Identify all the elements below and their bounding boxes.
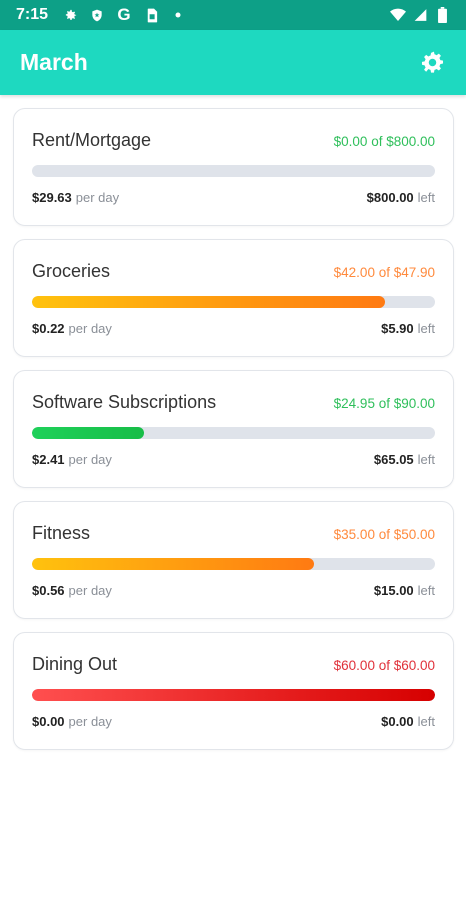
category-amount: $0.00 of $800.00 <box>333 134 435 149</box>
category-amount: $24.95 of $90.00 <box>333 396 435 411</box>
category-name: Fitness <box>32 523 91 543</box>
remaining-value: $0.00 <box>381 714 414 729</box>
card-header: Rent/Mortgage $0.00 of $800.00 <box>32 109 435 151</box>
per-day-value: $29.63 <box>32 190 72 205</box>
remaining-label: left <box>417 321 435 336</box>
status-left-icons: G <box>62 5 186 24</box>
per-day-value: $0.22 <box>32 321 65 336</box>
signal-icon <box>412 7 428 23</box>
status-bar: 7:15 G <box>0 0 466 30</box>
card-footer: $0.00 per day $0.00 left <box>32 714 435 729</box>
google-icon: G <box>117 5 131 24</box>
per-day-value: $2.41 <box>32 452 65 467</box>
per-day-amount: $0.00 per day <box>32 714 112 729</box>
card-footer: $0.22 per day $5.90 left <box>32 321 435 336</box>
budget-progress-bar <box>32 427 435 439</box>
budget-progress-bar <box>32 689 435 701</box>
per-day-value: $0.56 <box>32 583 65 598</box>
sim-card-icon <box>143 7 159 23</box>
budget-card[interactable]: Fitness $35.00 of $50.00 $0.56 per day $1… <box>13 501 454 619</box>
budget-progress-fill <box>32 427 144 439</box>
remaining-value: $800.00 <box>366 190 414 205</box>
per-day-label: per day <box>75 190 120 205</box>
budget-card[interactable]: Software Subscriptions $24.95 of $90.00 … <box>13 370 454 488</box>
per-day-amount: $29.63 per day <box>32 190 119 205</box>
category-amount: $35.00 of $50.00 <box>333 527 435 542</box>
budget-list: Rent/Mortgage $0.00 of $800.00 $29.63 per… <box>13 108 454 763</box>
remaining-label: left <box>417 190 435 205</box>
gear-icon <box>421 51 443 73</box>
category-name: Rent/Mortgage <box>32 130 152 150</box>
remaining-label: left <box>417 452 435 467</box>
category-name: Groceries <box>32 261 111 281</box>
shield-icon <box>89 7 105 23</box>
budget-progress-bar <box>32 165 435 177</box>
status-time: 7:15 <box>16 6 49 23</box>
budget-card[interactable]: Rent/Mortgage $0.00 of $800.00 $29.63 per… <box>13 108 454 226</box>
per-day-amount: $2.41 per day <box>32 452 112 467</box>
budget-progress-bar <box>32 558 435 570</box>
battery-icon <box>434 7 450 23</box>
remaining-amount: $65.05 left <box>374 452 435 467</box>
card-footer: $0.56 per day $15.00 left <box>32 583 435 598</box>
dot-icon <box>170 7 186 23</box>
category-name: Software Subscriptions <box>32 392 217 412</box>
budget-progress-fill <box>32 689 435 701</box>
category-amount: $42.00 of $47.90 <box>333 265 435 280</box>
remaining-value: $15.00 <box>373 583 414 598</box>
card-header: Fitness $35.00 of $50.00 <box>32 502 435 544</box>
category-amount: $60.00 of $60.00 <box>333 658 435 673</box>
remaining-amount: $15.00 left <box>374 583 435 598</box>
remaining-amount: $800.00 left <box>367 190 435 205</box>
card-header: Software Subscriptions $24.95 of $90.00 <box>32 371 435 413</box>
remaining-amount: $0.00 left <box>381 714 435 729</box>
settings-icon <box>62 7 78 23</box>
budget-card[interactable]: Groceries $42.00 of $47.90 $0.22 per day … <box>13 239 454 357</box>
per-day-label: per day <box>68 452 112 467</box>
budget-card[interactable]: Dining Out $60.00 of $60.00 $0.00 per day… <box>13 632 454 750</box>
page-title: March <box>20 49 88 75</box>
status-right-icons <box>390 7 450 23</box>
card-footer: $29.63 per day $800.00 left <box>32 190 435 205</box>
per-day-label: per day <box>68 583 112 598</box>
remaining-value: $5.90 <box>381 321 414 336</box>
app-bar: March <box>0 30 466 95</box>
budget-progress-fill <box>32 296 386 308</box>
category-name: Dining Out <box>32 654 118 674</box>
wifi-icon <box>390 7 406 23</box>
card-header: Groceries $42.00 of $47.90 <box>32 240 435 282</box>
per-day-label: per day <box>68 714 112 729</box>
per-day-value: $0.00 <box>32 714 65 729</box>
remaining-label: left <box>417 714 435 729</box>
settings-button[interactable] <box>418 49 446 77</box>
remaining-value: $65.05 <box>373 452 414 467</box>
card-footer: $2.41 per day $65.05 left <box>32 452 435 467</box>
remaining-amount: $5.90 left <box>381 321 435 336</box>
per-day-amount: $0.22 per day <box>32 321 112 336</box>
budget-progress-bar <box>32 296 435 308</box>
per-day-amount: $0.56 per day <box>32 583 112 598</box>
card-header: Dining Out $60.00 of $60.00 <box>32 633 435 675</box>
remaining-label: left <box>417 583 435 598</box>
budget-progress-fill <box>32 558 315 570</box>
per-day-label: per day <box>68 321 112 336</box>
